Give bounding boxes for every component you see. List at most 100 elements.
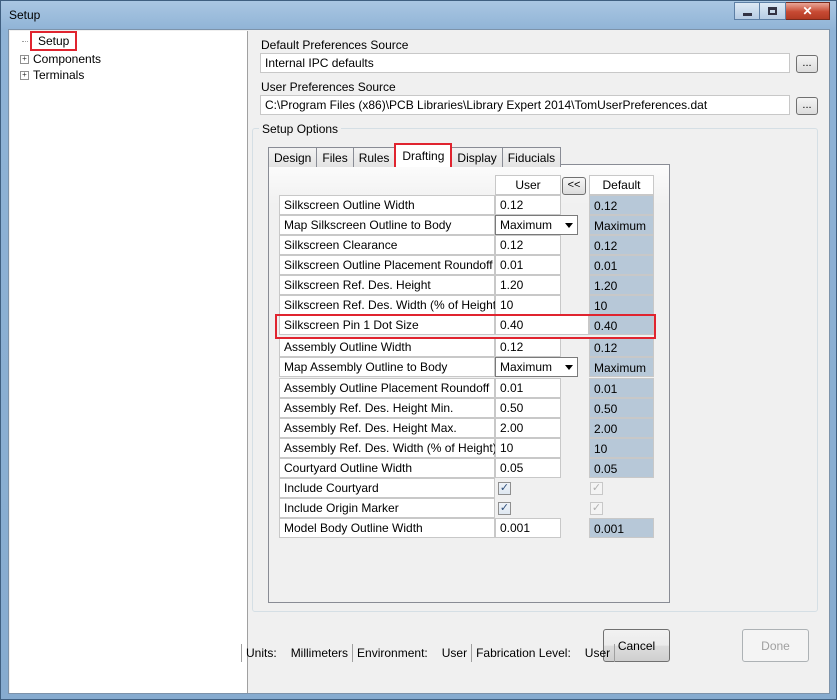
row-label: Map Silkscreen Outline to Body xyxy=(279,215,495,235)
include-courtyard-checkbox[interactable]: ✓ xyxy=(498,482,511,495)
row-label: Silkscreen Ref. Des. Width (% of Height) xyxy=(279,295,500,315)
tab-design[interactable]: Design xyxy=(268,147,318,167)
user-value-input[interactable]: 0.12 xyxy=(495,195,561,215)
tab-display[interactable]: Display xyxy=(451,147,503,167)
fabrication-value: User xyxy=(584,646,611,660)
default-value: 0.001 xyxy=(589,518,654,538)
tree-connector xyxy=(22,40,28,42)
default-value: 0.05 xyxy=(589,458,654,478)
window-title: Setup xyxy=(9,8,41,22)
tree-item-label: Setup xyxy=(30,31,78,51)
tree-item-label: Components xyxy=(33,52,102,66)
tree-item-components[interactable]: + Components xyxy=(20,51,101,67)
environment-label: Environment: xyxy=(357,646,428,660)
window-frame: Setup ✕ Setup + Components + Terminals D… xyxy=(0,0,837,700)
environment-value: User xyxy=(441,646,468,660)
default-prefs-label: Default Preferences Source xyxy=(261,38,409,52)
user-value-select[interactable]: Maximum xyxy=(495,357,578,377)
row-label: Assembly Outline Width xyxy=(279,337,495,357)
default-value: 0.40 xyxy=(589,315,654,335)
default-prefs-field[interactable]: Internal IPC defaults xyxy=(260,53,790,73)
tab-rules[interactable]: Rules xyxy=(352,147,396,167)
include-courtyard-default-checkbox: ✓ xyxy=(590,482,603,495)
setup-tabs: Design Files Rules Drafting Display Fidu… xyxy=(268,143,562,167)
user-value-select[interactable]: Maximum xyxy=(495,215,578,235)
user-column-header: User xyxy=(495,175,561,195)
default-value: 10 xyxy=(589,295,654,315)
row-label: Silkscreen Ref. Des. Height xyxy=(279,275,495,295)
row-label: Assembly Ref. Des. Height Max. xyxy=(279,418,495,438)
row-label: Include Origin Marker xyxy=(279,498,495,518)
user-value-input[interactable]: 0.12 xyxy=(495,337,561,357)
row-label: Assembly Ref. Des. Height Min. xyxy=(279,398,495,418)
row-label: Silkscreen Outline Width xyxy=(279,195,495,215)
default-value: Maximum xyxy=(589,215,654,235)
expand-icon[interactable]: + xyxy=(20,70,29,80)
status-units: Units: Millimeters xyxy=(241,644,354,662)
user-prefs-field[interactable]: C:\Program Files (x86)\PCB Libraries\Lib… xyxy=(260,95,790,115)
row-label: Courtyard Outline Width xyxy=(279,458,495,478)
minimize-icon xyxy=(742,12,752,16)
copy-defaults-button[interactable]: << xyxy=(562,177,586,195)
chevron-down-icon xyxy=(565,223,573,228)
caption-buttons: ✕ xyxy=(734,2,830,20)
user-value-input[interactable]: 2.00 xyxy=(495,418,561,438)
tree-item-label: Terminals xyxy=(33,68,85,82)
user-value-input[interactable]: 10 xyxy=(495,438,561,458)
user-value-input[interactable]: 0.12 xyxy=(495,235,561,255)
row-label: Silkscreen Clearance xyxy=(279,235,495,255)
title-bar[interactable]: Setup ✕ xyxy=(1,1,836,29)
row-label: Assembly Outline Placement Roundoff xyxy=(279,378,495,398)
row-label: Silkscreen Outline Placement Roundoff xyxy=(279,255,495,275)
user-value-input[interactable]: 0.40 xyxy=(495,315,589,335)
default-value: 0.12 xyxy=(589,235,654,255)
fabrication-label: Fabrication Level: xyxy=(476,646,571,660)
user-value-input[interactable]: 0.05 xyxy=(495,458,561,478)
close-icon: ✕ xyxy=(802,4,813,18)
user-value-input[interactable]: 0.01 xyxy=(495,378,561,398)
default-value: 0.01 xyxy=(589,378,654,398)
tree-item-terminals[interactable]: + Terminals xyxy=(20,67,84,83)
user-value-input[interactable]: 1.20 xyxy=(495,275,561,295)
default-value: 1.20 xyxy=(589,275,654,295)
user-value-input[interactable]: 0.01 xyxy=(495,255,561,275)
minimize-button[interactable] xyxy=(734,2,760,20)
default-value: Maximum xyxy=(589,357,654,377)
default-value: 10 xyxy=(589,438,654,458)
user-prefs-browse-button[interactable]: ... xyxy=(796,97,818,115)
row-label: Model Body Outline Width xyxy=(279,518,495,538)
status-fabrication: Fabrication Level: User xyxy=(472,644,616,662)
default-value: 2.00 xyxy=(589,418,654,438)
tab-files[interactable]: Files xyxy=(316,147,354,167)
user-value-input[interactable]: 0.50 xyxy=(495,398,561,418)
status-environment: Environment: User xyxy=(353,644,473,662)
setup-options-title: Setup Options xyxy=(259,122,342,136)
user-value-input[interactable]: 0.001 xyxy=(495,518,561,538)
tab-drafting[interactable]: Drafting xyxy=(394,143,453,167)
maximize-button[interactable] xyxy=(760,2,786,20)
select-value: Maximum xyxy=(500,360,553,374)
row-label: Include Courtyard xyxy=(279,478,495,498)
row-label: Assembly Ref. Des. Width (% of Height) xyxy=(279,438,497,458)
tab-fiducials[interactable]: Fiducials xyxy=(501,147,562,167)
row-label: Map Assembly Outline to Body xyxy=(279,357,495,377)
include-origin-marker-default-checkbox: ✓ xyxy=(590,502,603,515)
units-value: Millimeters xyxy=(290,646,349,660)
close-button[interactable]: ✕ xyxy=(786,2,830,20)
user-prefs-label: User Preferences Source xyxy=(261,80,396,94)
default-value: 0.12 xyxy=(589,337,654,357)
units-label: Units: xyxy=(246,646,277,660)
default-column-header: Default xyxy=(589,175,654,195)
status-bar: Units: Millimeters Environment: User Fab… xyxy=(241,642,821,664)
maximize-icon xyxy=(768,7,777,15)
default-value: 0.01 xyxy=(589,255,654,275)
setup-tree[interactable]: Setup + Components + Terminals xyxy=(10,31,248,693)
tree-item-setup[interactable]: Setup xyxy=(22,31,78,51)
select-value: Maximum xyxy=(500,218,553,232)
default-value: 0.12 xyxy=(589,195,654,215)
default-prefs-browse-button[interactable]: ... xyxy=(796,55,818,73)
user-value-input[interactable]: 10 xyxy=(495,295,561,315)
chevron-down-icon xyxy=(565,365,573,370)
include-origin-marker-checkbox[interactable]: ✓ xyxy=(498,502,511,515)
expand-icon[interactable]: + xyxy=(20,54,29,64)
